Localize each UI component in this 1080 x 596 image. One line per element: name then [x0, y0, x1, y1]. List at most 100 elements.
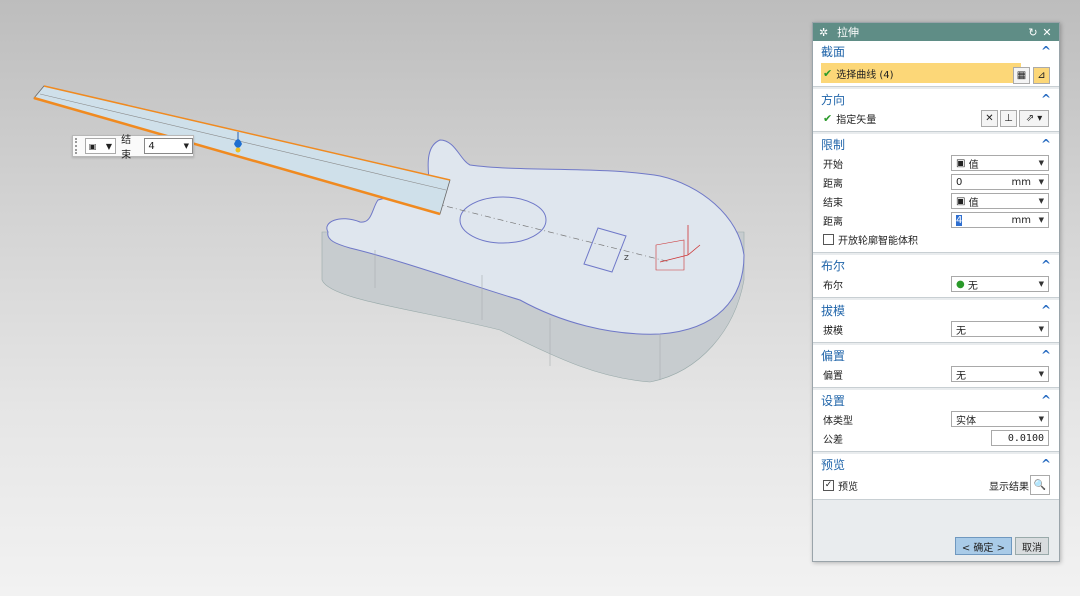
- start-type-dropdown[interactable]: ▣ 值 ▼: [951, 155, 1049, 171]
- start-type-value: 值: [968, 159, 979, 171]
- draft-value: 无: [956, 325, 966, 337]
- extrude-dialog: ✲ 拉伸 ↻ ✕ 截面 ^ ✔ 选择曲线 (4) ▦ ⊿ 方向 ^ ✔ 指定矢量…: [812, 22, 1060, 562]
- direction-group: 方向 ^ ✔ 指定矢量 ✕ ⊥ ⇗ ▾: [813, 89, 1059, 132]
- distance2-label: 距离: [823, 217, 843, 228]
- specify-vector-row[interactable]: ✔ 指定矢量 ✕ ⊥ ⇗ ▾: [813, 109, 1059, 128]
- end-value-input[interactable]: 4 ▼: [144, 138, 193, 154]
- cancel-button[interactable]: 取消: [1015, 537, 1049, 555]
- boolean-title: 布尔: [821, 258, 846, 273]
- limits-header[interactable]: 限制 ^: [813, 134, 1059, 154]
- chevron-down-icon: ▼: [1038, 370, 1044, 378]
- preview-row: ✓ 预览 显示结果 🔍: [813, 474, 1059, 496]
- select-curve-row[interactable]: ✔ 选择曲线 (4): [821, 63, 1021, 83]
- reverse-direction-icon[interactable]: ✕: [981, 110, 998, 127]
- boolean-label: 布尔: [823, 281, 843, 292]
- cube-icon: ▣: [956, 195, 969, 207]
- onscreen-input-bar: ▣ ▼ 结束 4 ▼: [72, 135, 194, 161]
- section-title: 截面: [821, 44, 846, 59]
- distance2-input[interactable]: 4 mm ▼: [951, 212, 1049, 228]
- draft-group: 拔模 ^ 拔模 无 ▼: [813, 300, 1059, 343]
- collapse-icon[interactable]: ^: [1041, 348, 1051, 362]
- chevron-down-icon: ▼: [1038, 325, 1044, 333]
- collapse-icon[interactable]: ^: [1041, 92, 1051, 106]
- body-type-row: 体类型 实体 ▼: [813, 410, 1059, 429]
- end-type-dropdown[interactable]: ▣ 值 ▼: [951, 193, 1049, 209]
- start-row: 开始 ▣ 值 ▼: [813, 154, 1059, 173]
- vector-dropdown[interactable]: ⇗ ▾: [1019, 110, 1049, 127]
- direction-title: 方向: [821, 92, 846, 107]
- sketch-section-icon[interactable]: ▦: [1013, 67, 1030, 84]
- body-type-dropdown[interactable]: 实体 ▼: [951, 411, 1049, 427]
- draft-header[interactable]: 拔模 ^: [813, 300, 1059, 320]
- vector-axis-icon[interactable]: ⊥: [1000, 110, 1017, 127]
- ok-button[interactable]: < 确定 >: [954, 537, 1012, 555]
- chevron-down-icon: ▼: [1038, 216, 1044, 224]
- boolean-group: 布尔 ^ 布尔 ● 无 ▼: [813, 255, 1059, 298]
- body-type-value: 实体: [956, 415, 976, 427]
- settings-title: 设置: [821, 393, 846, 408]
- chevron-down-icon: ▼: [1038, 280, 1044, 288]
- boolean-none-icon: ●: [956, 278, 968, 290]
- open-profile-checkbox[interactable]: [823, 234, 834, 245]
- cube-icon: ▣: [956, 157, 969, 169]
- chevron-down-icon: ▼: [1038, 159, 1044, 167]
- offset-header[interactable]: 偏置 ^: [813, 345, 1059, 365]
- select-curve-label: 选择曲线 (4): [836, 69, 894, 81]
- end-type-dropdown[interactable]: ▣ ▼: [84, 138, 117, 154]
- specify-vector-label: 指定矢量: [836, 115, 877, 126]
- open-profile-row: 开放轮廓智能体积: [813, 230, 1059, 249]
- preview-label: 预览: [838, 481, 858, 493]
- chevron-down-icon: ▼: [1038, 415, 1044, 423]
- show-result-label: 显示结果: [989, 481, 1029, 493]
- section-header[interactable]: 截面 ^: [813, 41, 1059, 61]
- close-icon[interactable]: ✕: [1041, 26, 1053, 39]
- chevron-down-icon: ▼: [105, 141, 113, 151]
- boolean-value: 无: [967, 280, 978, 292]
- end-label: 结束: [121, 135, 132, 161]
- tolerance-input[interactable]: 0.0100: [991, 430, 1049, 446]
- magnifier-icon[interactable]: 🔍: [1030, 475, 1050, 495]
- open-profile-label: 开放轮廓智能体积: [838, 236, 918, 247]
- limits-title: 限制: [821, 137, 846, 152]
- draft-dropdown[interactable]: 无 ▼: [951, 321, 1049, 337]
- dialog-title: 拉伸: [837, 26, 859, 39]
- direction-header[interactable]: 方向 ^: [813, 89, 1059, 109]
- distance1-value: 0: [956, 176, 963, 188]
- collapse-icon[interactable]: ^: [1041, 137, 1051, 151]
- offset-title: 偏置: [821, 348, 846, 363]
- distance1-input[interactable]: 0 mm ▼: [951, 174, 1049, 190]
- preview-group: 预览 ^ ✓ 预览 显示结果 🔍: [813, 454, 1059, 500]
- reset-icon[interactable]: ↻: [1027, 26, 1039, 39]
- collapse-icon[interactable]: ^: [1041, 393, 1051, 407]
- check-icon: ✔: [823, 66, 833, 80]
- section-group: 截面 ^ ✔ 选择曲线 (4) ▦ ⊿: [813, 41, 1059, 87]
- distance2-value: 4: [956, 214, 963, 226]
- boolean-dropdown[interactable]: ● 无 ▼: [951, 276, 1049, 292]
- collapse-icon[interactable]: ^: [1041, 303, 1051, 317]
- end-label: 结束: [823, 198, 843, 209]
- preview-checkbox[interactable]: ✓: [823, 479, 834, 491]
- draft-title: 拔模: [821, 303, 846, 318]
- collapse-icon[interactable]: ^: [1041, 258, 1051, 272]
- dialog-titlebar: ✲ 拉伸 ↻ ✕: [813, 23, 1059, 41]
- distance1-label: 距离: [823, 179, 843, 190]
- start-label: 开始: [823, 160, 843, 171]
- settings-header[interactable]: 设置 ^: [813, 390, 1059, 410]
- tolerance-value: 0.0100: [1007, 432, 1044, 444]
- draft-label: 拔模: [823, 326, 843, 337]
- gear-icon[interactable]: ✲: [819, 26, 831, 39]
- distance2-row: 距离 4 mm ▼: [813, 211, 1059, 230]
- limits-group: 限制 ^ 开始 ▣ 值 ▼ 距离 0 mm ▼ 结束 ▣ 值 ▼ 距离 4 mm ▼: [813, 134, 1059, 253]
- drag-grip[interactable]: [75, 138, 81, 154]
- offset-group: 偏置 ^ 偏置 无 ▼: [813, 345, 1059, 388]
- offset-label: 偏置: [823, 371, 843, 382]
- tolerance-label: 公差: [823, 435, 843, 446]
- preview-header[interactable]: 预览 ^: [813, 454, 1059, 474]
- check-icon: ✔: [823, 112, 833, 125]
- collapse-icon[interactable]: ^: [1041, 457, 1051, 471]
- curve-select-icon[interactable]: ⊿: [1033, 67, 1050, 84]
- collapse-icon[interactable]: ^: [1041, 44, 1051, 58]
- offset-dropdown[interactable]: 无 ▼: [951, 366, 1049, 382]
- boolean-header[interactable]: 布尔 ^: [813, 255, 1059, 275]
- body-type-label: 体类型: [823, 416, 853, 427]
